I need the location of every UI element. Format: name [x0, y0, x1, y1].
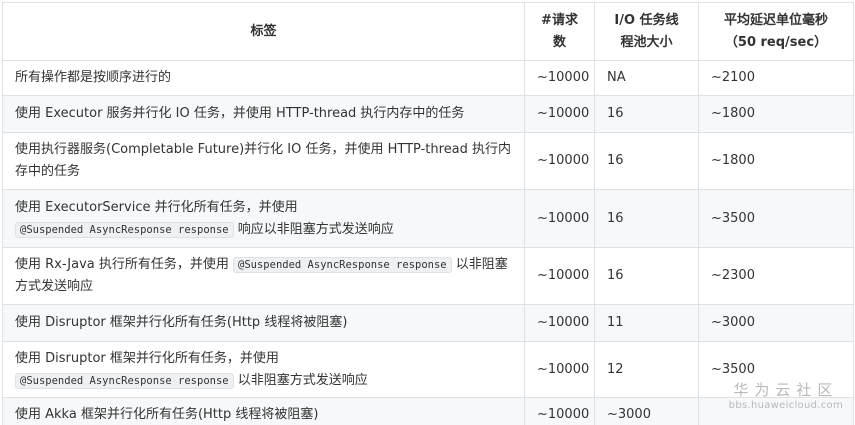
row-description-text: 使用 ExecutorService 并行化所有任务，并使用 — [15, 199, 298, 215]
row-description-text: 响应以非阻塞方式发送响应 — [237, 221, 394, 237]
row-pool-size: 11 — [594, 304, 699, 342]
inline-code: @Suspended AsyncResponse response — [233, 257, 452, 273]
row-pool-size: 16 — [594, 95, 699, 133]
header-requests-line1: #请求 — [541, 12, 578, 28]
row-pool-size: 12 — [594, 341, 699, 398]
header-pool-line2: 程池大小 — [620, 34, 673, 50]
row-pool-size: 16 — [594, 132, 699, 190]
row-latency: ~1800 — [698, 95, 854, 133]
row-description-text: 使用 Rx-Java 执行所有任务，并使用 — [15, 257, 229, 272]
header-latency-line2: （50 req/sec） — [724, 34, 828, 50]
row-latency: ~3500 — [698, 189, 854, 248]
table-row: 所有操作都是按顺序进行的 ~10000 NA ~2100 — [2, 60, 854, 96]
table-row: 使用 Executor 服务并行化 IO 任务，并使用 HTTP-thread … — [2, 95, 854, 133]
row-requests: ~10000 — [524, 247, 595, 305]
row-description-text: 以非阻塞方式发送响应 — [237, 372, 368, 388]
inline-code: @Suspended AsyncResponse response — [15, 221, 234, 238]
table-row: 使用 Rx-Java 执行所有任务，并使用 @Suspended AsyncRe… — [2, 247, 854, 305]
header-pool-size: I/O 任务线 程池大小 — [594, 2, 699, 61]
table-row: 使用 Disruptor 框架并行化所有任务，并使用 @Suspended Asy… — [2, 341, 854, 398]
row-description: 使用 Disruptor 框架并行化所有任务(Http 线程将被阻塞) — [2, 304, 525, 342]
header-latency-line1: 平均延迟单位毫秒 — [723, 12, 828, 28]
inline-code: @Suspended AsyncResponse response — [15, 372, 234, 389]
table-row: 使用执行器服务(Completable Future)并行化 IO 任务，并使用… — [2, 132, 854, 190]
row-requests: ~10000 — [524, 95, 595, 133]
row-description: 所有操作都是按顺序进行的 — [2, 60, 525, 96]
row-description-text: 使用 Disruptor 框架并行化所有任务，并使用 — [15, 350, 279, 366]
row-description: 使用 Rx-Java 执行所有任务，并使用 @Suspended AsyncRe… — [2, 247, 525, 305]
row-requests: ~10000 — [524, 189, 595, 248]
row-description: 使用 Disruptor 框架并行化所有任务，并使用 @Suspended Asy… — [2, 341, 525, 398]
header-label: 标签 — [2, 2, 525, 61]
table-row: 使用 ExecutorService 并行化所有任务，并使用 @Suspended… — [2, 189, 854, 248]
row-requests: ~10000 — [524, 397, 595, 425]
table-row: 使用 Disruptor 框架并行化所有任务(Http 线程将被阻塞) ~100… — [2, 304, 854, 342]
row-description: 使用 ExecutorService 并行化所有任务，并使用 @Suspended… — [2, 189, 525, 248]
row-pool-size: 16 — [594, 247, 699, 305]
row-latency: ~1800 — [698, 132, 854, 190]
header-label-text: 标签 — [250, 23, 277, 39]
row-latency: ~2300 — [698, 247, 854, 305]
row-pool-size: ~3000 — [594, 397, 699, 425]
row-requests: ~10000 — [524, 60, 595, 96]
row-requests: ~10000 — [524, 132, 595, 190]
header-pool-line1: I/O 任务线 — [614, 12, 679, 28]
row-description: 使用 Akka 框架并行化所有任务(Http 线程将被阻塞) — [2, 397, 525, 425]
row-latency: ~3000 — [698, 304, 854, 342]
header-requests-line2: 数 — [552, 34, 566, 50]
table-header-row: 标签 #请求数 I/O 任务线 程池大小 平均延迟单位毫秒 （50 req/sec） — [2, 2, 854, 61]
benchmark-table: 标签 #请求数 I/O 任务线 程池大小 平均延迟单位毫秒 （50 req/sec）… — [2, 2, 854, 425]
row-description: 使用执行器服务(Completable Future)并行化 IO 任务，并使用… — [2, 132, 525, 190]
header-requests: #请求数 — [524, 2, 595, 61]
row-pool-size: 16 — [594, 189, 699, 248]
watermark-sub: bbs.huaweicloud.com — [728, 400, 843, 411]
row-latency: ~2100 — [698, 60, 854, 96]
header-latency: 平均延迟单位毫秒 （50 req/sec） — [698, 2, 854, 61]
row-requests: ~10000 — [524, 304, 595, 342]
watermark-main: 华为云社区 — [733, 381, 839, 399]
row-requests: ~10000 — [524, 341, 595, 398]
table-row: 使用 Akka 框架并行化所有任务(Http 线程将被阻塞) ~10000 ~3… — [2, 397, 854, 425]
watermark: 华为云社区 bbs.huaweicloud.com — [729, 381, 843, 412]
row-description: 使用 Executor 服务并行化 IO 任务，并使用 HTTP-thread … — [2, 95, 525, 133]
row-pool-size: NA — [594, 60, 699, 96]
